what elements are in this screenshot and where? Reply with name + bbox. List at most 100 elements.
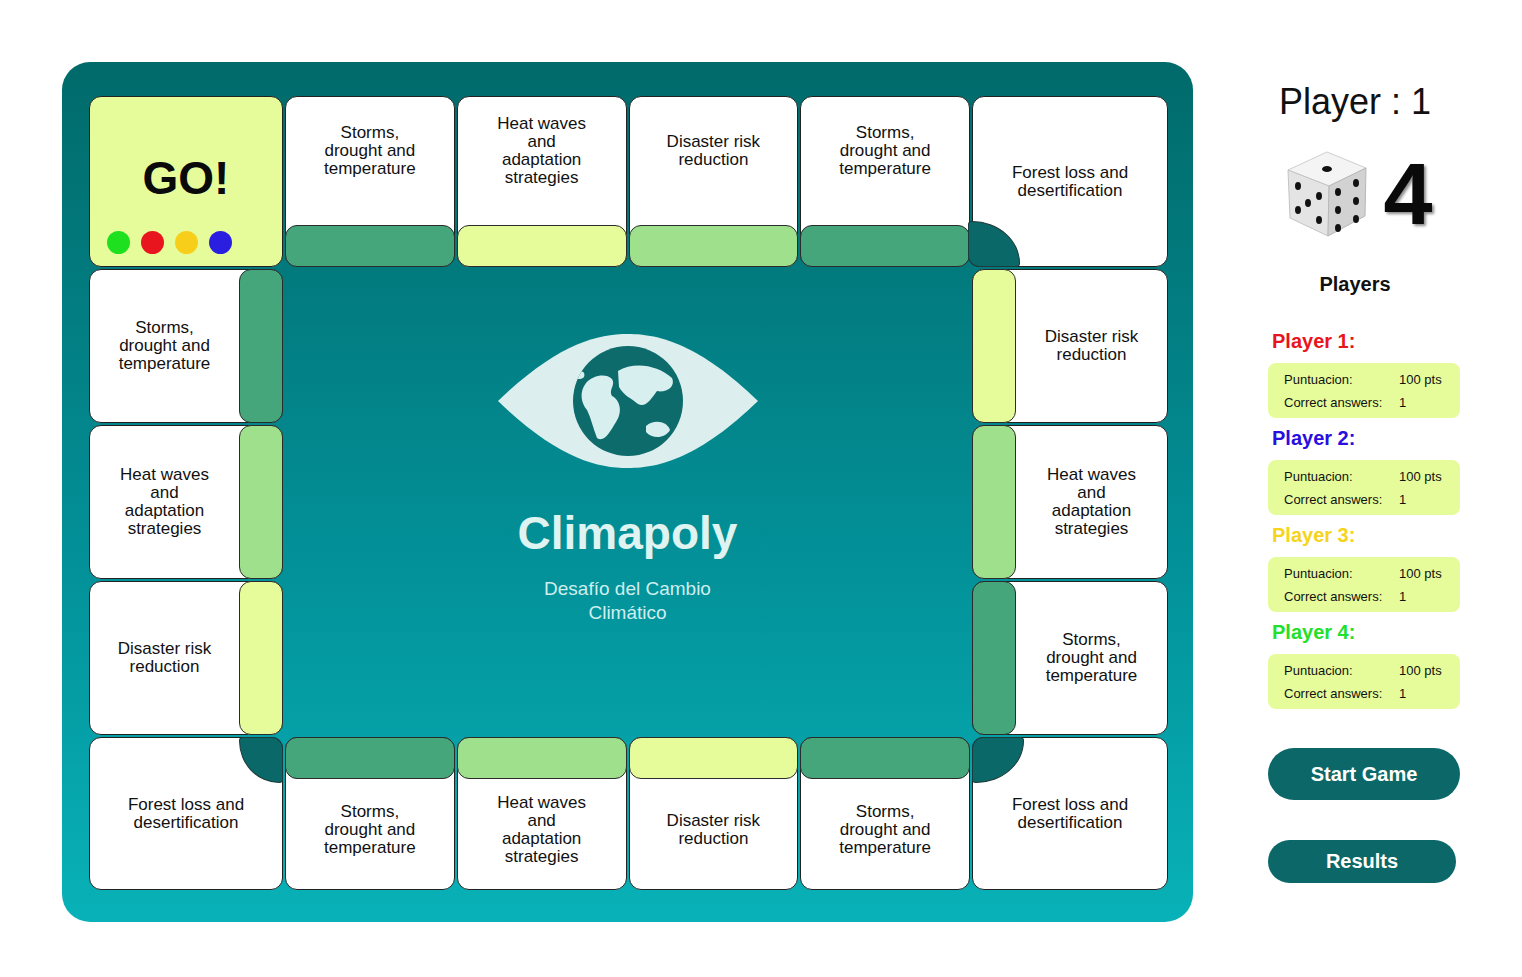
- cell-label: Disaster risk reduction: [1039, 328, 1145, 364]
- player-entry: Player 1: Puntuacion:100 ptsCorrect answe…: [1268, 329, 1460, 418]
- dice-icon[interactable]: [1284, 148, 1370, 240]
- color-strip: [239, 581, 283, 735]
- score-value: 100 pts: [1399, 566, 1450, 581]
- board-space[interactable]: Disaster risk reduction: [629, 96, 799, 267]
- color-strip: [285, 225, 455, 267]
- cell-label: Disaster risk reduction: [660, 133, 766, 169]
- corner-notch: [239, 737, 283, 783]
- board-space[interactable]: Disaster risk reduction: [629, 737, 799, 890]
- color-strip: [629, 737, 799, 779]
- game-board: GO!Storms, drought and temperatureHeat w…: [62, 62, 1193, 922]
- score-value: 100 pts: [1399, 469, 1450, 484]
- color-strip: [457, 737, 627, 779]
- answers-label: Correct answers:: [1284, 395, 1399, 410]
- cell-label: Heat waves and adaptation strategies: [1039, 466, 1145, 538]
- color-strip: [629, 225, 799, 267]
- cell-text-area: Storms, drought and temperature: [801, 97, 969, 225]
- corner-cell[interactable]: Forest loss and desertification: [89, 737, 283, 890]
- board-space[interactable]: Storms, drought and temperature: [800, 737, 970, 890]
- score-card: Puntuacion:100 ptsCorrect answers:1: [1268, 460, 1460, 515]
- answers-label: Correct answers:: [1284, 492, 1399, 507]
- start-game-button[interactable]: Start Game: [1268, 748, 1460, 800]
- cell-text-area: Disaster risk reduction: [90, 582, 239, 734]
- answers-label: Correct answers:: [1284, 589, 1399, 604]
- player-name: Player 4:: [1272, 620, 1460, 644]
- corner-cell[interactable]: Forest loss and desertification: [972, 737, 1168, 890]
- board-space[interactable]: Heat waves and adaptation strategies: [457, 96, 627, 267]
- cell-text-area: Heat waves and adaptation strategies: [458, 97, 626, 225]
- score-label: Puntuacion:: [1284, 372, 1399, 387]
- score-label: Puntuacion:: [1284, 566, 1399, 581]
- cell-text-area: Storms, drought and temperature: [286, 779, 454, 889]
- player-name: Player 3:: [1272, 523, 1460, 547]
- score-label: Puntuacion:: [1284, 663, 1399, 678]
- side-panel: Player : 14PlayersPlayer 1:Puntuacion:10…: [1230, 62, 1480, 883]
- player-entry: Player 3: Puntuacion:100 ptsCorrect answe…: [1268, 523, 1460, 612]
- color-strip: [239, 269, 283, 423]
- player-token[interactable]: [175, 231, 198, 254]
- color-strip: [285, 737, 455, 779]
- cell-label: Forest loss and desertification: [1000, 796, 1140, 832]
- answers-value: 1: [1399, 589, 1450, 604]
- cell-text-area: Heat waves and adaptation strategies: [90, 426, 239, 578]
- corner-cell[interactable]: Forest loss and desertification: [972, 96, 1168, 267]
- results-button[interactable]: Results: [1268, 840, 1456, 883]
- player-list: Player 1:Puntuacion:100 ptsCorrect answe…: [1268, 329, 1460, 709]
- board-space[interactable]: Heat waves and adaptation strategies: [457, 737, 627, 890]
- answers-value: 1: [1399, 395, 1450, 410]
- cell-label: Storms, drought and temperature: [317, 803, 423, 857]
- score-card: Puntuacion:100 ptsCorrect answers:1: [1268, 654, 1460, 709]
- left-column: Storms, drought and temperatureHeat wave…: [89, 269, 283, 735]
- token-row: [107, 231, 232, 254]
- board-center: ClimapolyDesafío del Cambio Climático: [285, 269, 970, 735]
- board-space[interactable]: Storms, drought and temperature: [972, 581, 1168, 735]
- board-space[interactable]: Storms, drought and temperature: [800, 96, 970, 267]
- cell-text-area: Disaster risk reduction: [1016, 270, 1167, 422]
- cell-text-area: Disaster risk reduction: [630, 779, 798, 889]
- player-token[interactable]: [107, 231, 130, 254]
- board-space[interactable]: Heat waves and adaptation strategies: [89, 425, 283, 579]
- player-name: Player 1:: [1272, 329, 1460, 353]
- player-entry: Player 4: Puntuacion:100 ptsCorrect answe…: [1268, 620, 1460, 709]
- score-label: Puntuacion:: [1284, 469, 1399, 484]
- score-value: 100 pts: [1399, 663, 1450, 678]
- board-space[interactable]: Storms, drought and temperature: [89, 269, 283, 423]
- corner-notch: [972, 737, 1024, 783]
- game-title: Climapoly: [518, 507, 738, 559]
- current-player-label: Player : 1: [1279, 80, 1431, 124]
- board-space[interactable]: Storms, drought and temperature: [285, 96, 455, 267]
- cell-label: Storms, drought and temperature: [317, 124, 423, 178]
- score-card: Puntuacion:100 ptsCorrect answers:1: [1268, 557, 1460, 612]
- eye-globe-icon: [496, 333, 760, 469]
- color-strip: [457, 225, 627, 267]
- cell-label: Heat waves and adaptation strategies: [489, 115, 595, 187]
- middle-section: Storms, drought and temperatureHeat wave…: [89, 269, 1168, 735]
- page: GO!Storms, drought and temperatureHeat w…: [0, 0, 1522, 977]
- board-space[interactable]: Disaster risk reduction: [972, 269, 1168, 423]
- cell-label: Disaster risk reduction: [112, 640, 218, 676]
- answers-label: Correct answers:: [1284, 686, 1399, 701]
- player-token[interactable]: [209, 231, 232, 254]
- score-card: Puntuacion:100 ptsCorrect answers:1: [1268, 363, 1460, 418]
- board-space[interactable]: Heat waves and adaptation strategies: [972, 425, 1168, 579]
- color-strip: [800, 225, 970, 267]
- player-token[interactable]: [141, 231, 164, 254]
- corner-notch: [968, 221, 1020, 267]
- right-column: Disaster risk reduction Heat waves and ad…: [972, 269, 1168, 735]
- cell-text-area: Storms, drought and temperature: [1016, 582, 1167, 734]
- cell-label: Forest loss and desertification: [116, 796, 256, 832]
- cell-label: Storms, drought and temperature: [1039, 631, 1145, 685]
- cell-text-area: Storms, drought and temperature: [90, 270, 239, 422]
- cell-text-area: Disaster risk reduction: [630, 97, 798, 225]
- players-heading: Players: [1319, 272, 1390, 296]
- score-value: 100 pts: [1399, 372, 1450, 387]
- player-name: Player 2:: [1272, 426, 1460, 450]
- answers-value: 1: [1399, 686, 1450, 701]
- board-space[interactable]: Disaster risk reduction: [89, 581, 283, 735]
- color-strip: [239, 425, 283, 579]
- go-cell: GO!: [89, 96, 283, 267]
- cell-label: Storms, drought and temperature: [832, 803, 938, 857]
- cell-text-area: Heat waves and adaptation strategies: [458, 779, 626, 889]
- board-space[interactable]: Storms, drought and temperature: [285, 737, 455, 890]
- cell-label: Heat waves and adaptation strategies: [489, 794, 595, 866]
